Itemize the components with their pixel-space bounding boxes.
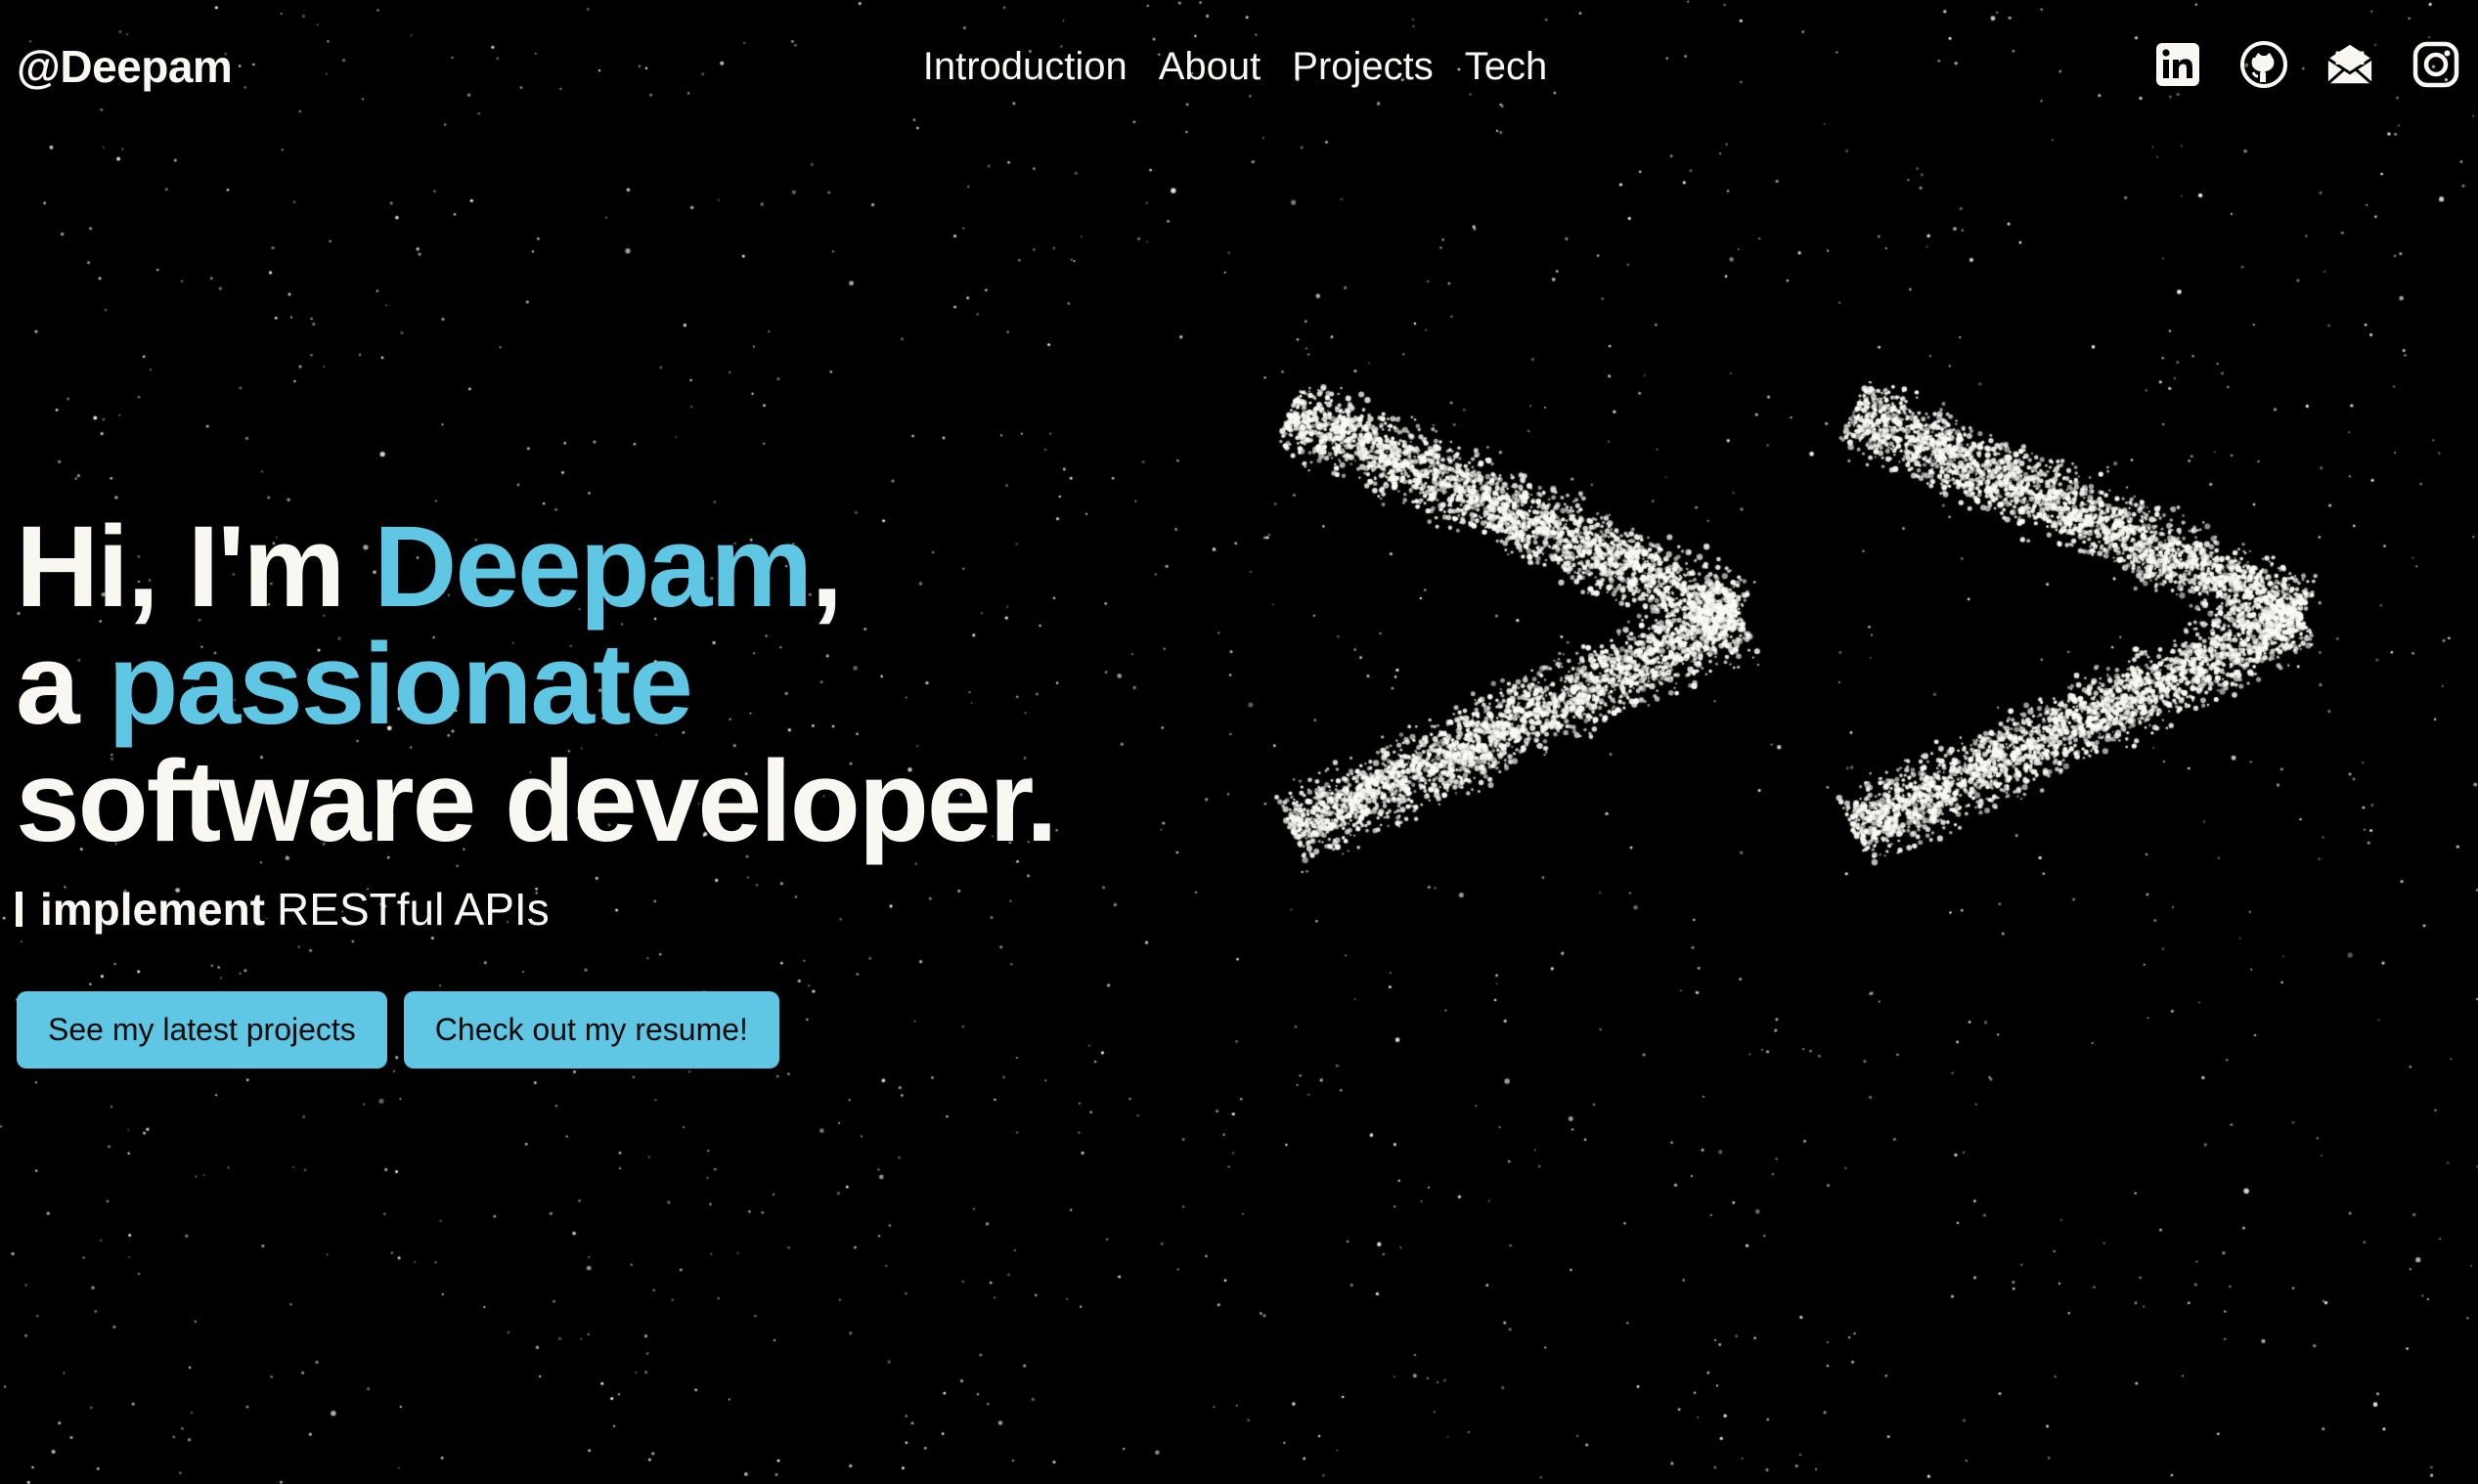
hero-headline: Hi, I'm Deepam, a passionate software de… — [16, 508, 1058, 860]
headline-greeting: Hi, I'm — [16, 502, 375, 632]
nav-projects[interactable]: Projects — [1292, 37, 1434, 96]
linkedin-icon[interactable] — [2153, 39, 2202, 90]
tagline-object: RESTful APIs — [277, 884, 550, 935]
nav-introduction[interactable]: Introduction — [923, 37, 1128, 96]
page: @Deepam Introduction About Projects Tech — [0, 0, 2478, 1484]
particle-double-chevron — [1252, 381, 2327, 919]
tagline-verb: implement — [40, 884, 266, 935]
headline-name: Deepam — [374, 502, 813, 632]
resume-button[interactable]: Check out my resume! — [403, 991, 779, 1069]
mail-icon[interactable] — [2325, 39, 2374, 90]
hero-section: Hi, I'm Deepam, a passionate software de… — [16, 508, 1058, 860]
site-logo[interactable]: @Deepam — [17, 37, 233, 96]
hero-buttons: See my latest projects Check out my resu… — [17, 991, 779, 1069]
nav-tech[interactable]: Tech — [1465, 37, 1548, 96]
typed-tagline: implement RESTful APIs — [16, 880, 550, 938]
headline-role: software developer. — [16, 737, 1058, 866]
headline-adjective: passionate — [108, 620, 692, 749]
github-icon[interactable] — [2239, 39, 2288, 90]
latest-projects-button[interactable]: See my latest projects — [17, 991, 387, 1069]
instagram-icon[interactable] — [2412, 39, 2460, 90]
headline-comma: , — [811, 502, 843, 632]
social-links — [2153, 39, 2460, 90]
nav-about[interactable]: About — [1159, 37, 1261, 96]
typing-cursor — [16, 892, 22, 927]
headline-article: a — [16, 620, 109, 749]
